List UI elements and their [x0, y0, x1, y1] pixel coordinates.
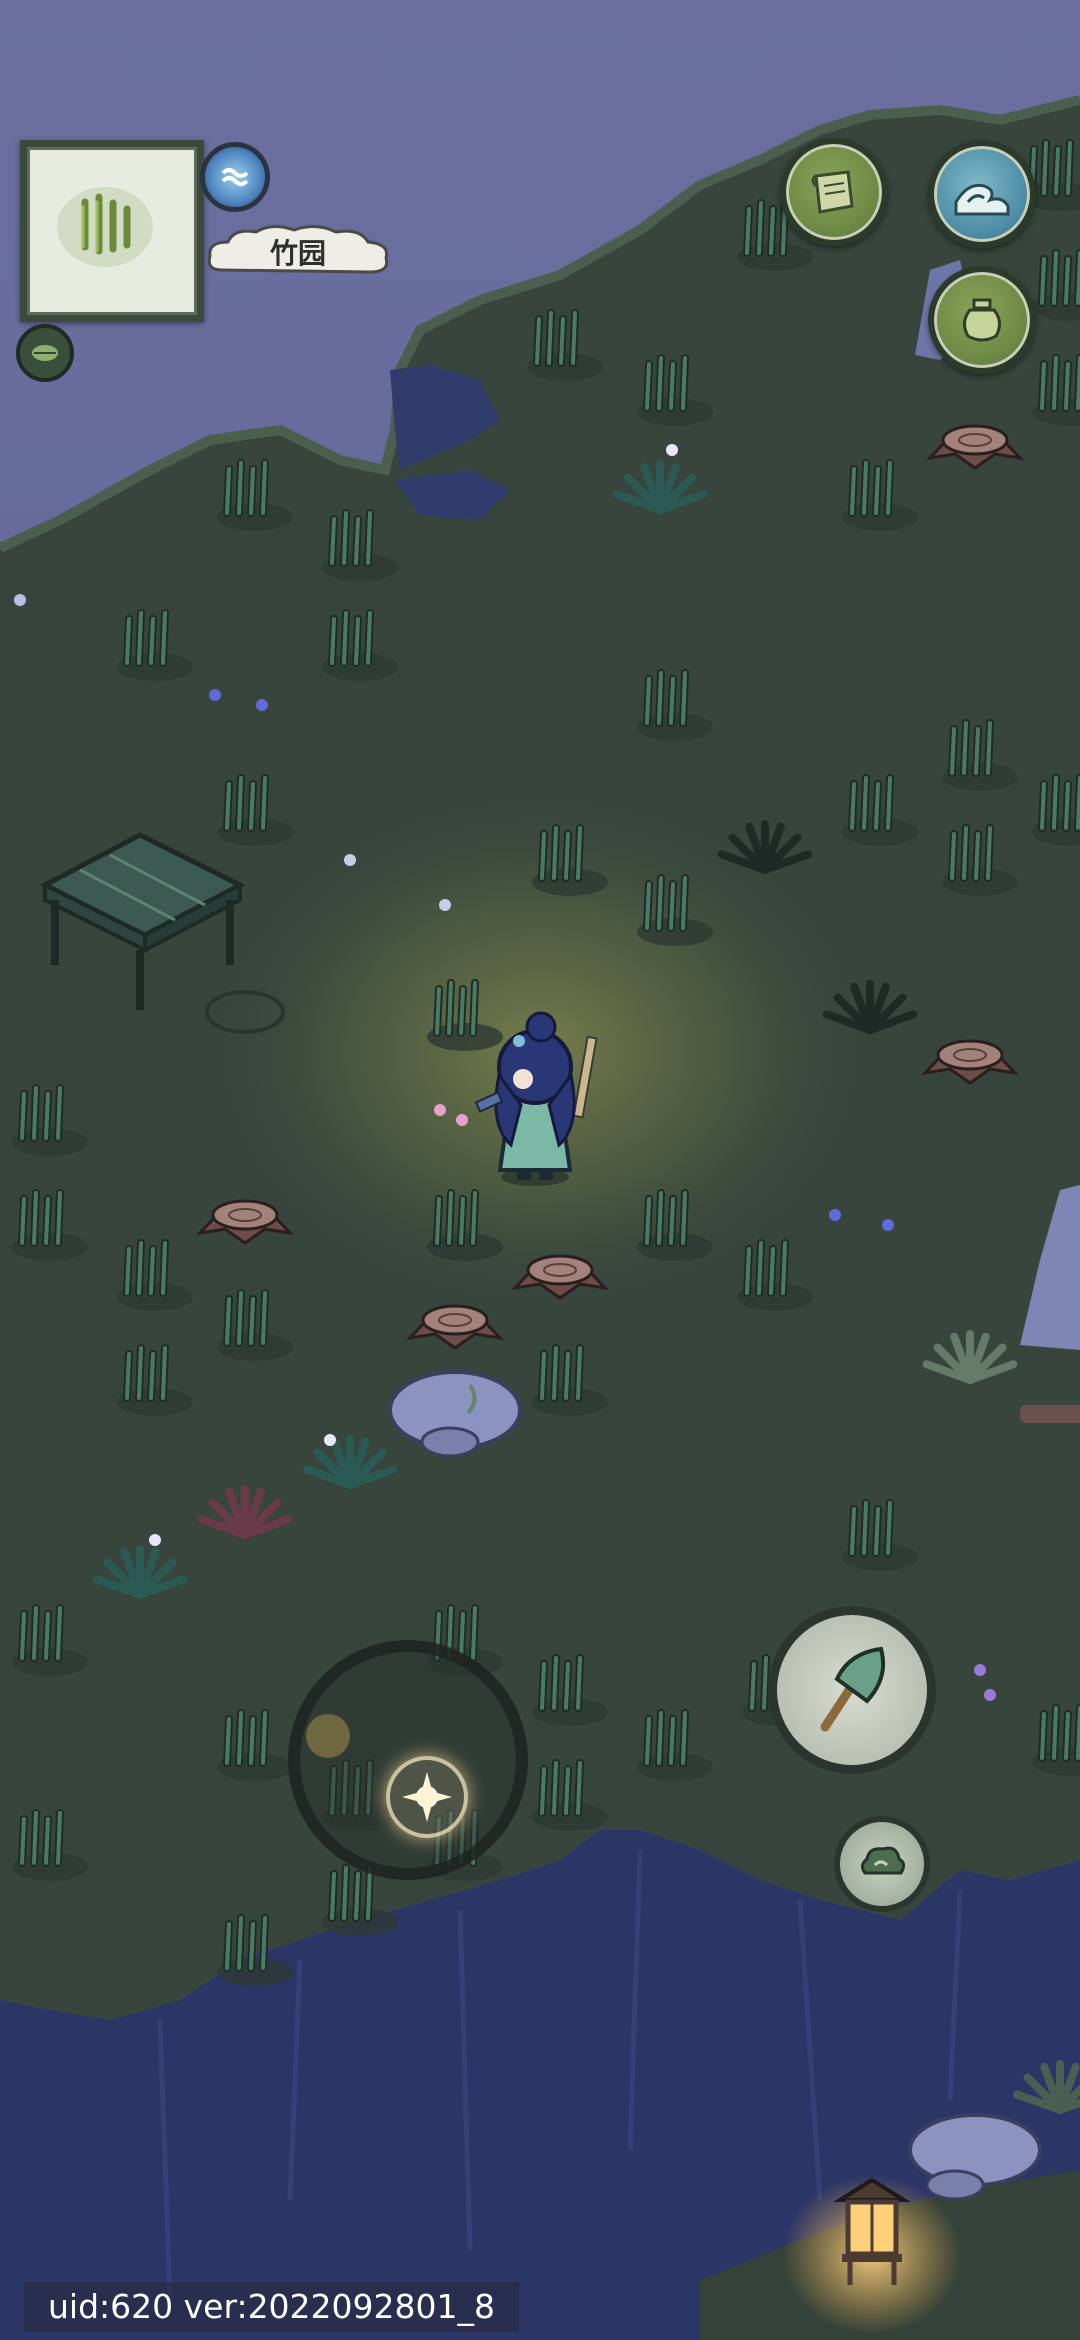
- wave-button[interactable]: [928, 140, 1036, 248]
- flower: [209, 689, 221, 701]
- flower: [344, 854, 356, 866]
- flower: [324, 1434, 336, 1446]
- joystick[interactable]: [288, 1640, 528, 1880]
- flower: [14, 594, 26, 606]
- scroll-button[interactable]: [780, 138, 888, 246]
- axe-icon: [820, 1646, 886, 1732]
- game-screen: 竹园 uid:620 ver:2022092801_8: [0, 0, 1080, 2340]
- flower: [456, 1114, 468, 1126]
- minimap[interactable]: [20, 140, 204, 322]
- compass-icon: [402, 1772, 452, 1822]
- version-label: uid:620 ver:2022092801_8: [24, 2282, 520, 2332]
- location-name: 竹园: [269, 237, 326, 270]
- game-world: [0, 0, 1080, 2340]
- water-orb-icon: [221, 168, 249, 186]
- scroll-icon: [811, 170, 854, 214]
- wave-icon: [954, 183, 1010, 216]
- location-banner: 竹园: [202, 222, 394, 282]
- minimap-bamboo-icon: [57, 187, 153, 267]
- leaf-button[interactable]: [16, 324, 74, 382]
- flower: [439, 899, 451, 911]
- cloud-button[interactable]: [834, 1816, 930, 1912]
- cloud-icon: [860, 1846, 906, 1875]
- flower: [984, 1689, 996, 1701]
- flower: [974, 1664, 986, 1676]
- pot-button[interactable]: [928, 266, 1036, 374]
- flower: [256, 699, 268, 711]
- flower: [666, 444, 678, 456]
- flower: [882, 1219, 894, 1231]
- flower: [149, 1534, 161, 1546]
- leaf-icon: [32, 345, 58, 361]
- joystick-direction-indicator: [306, 1714, 350, 1758]
- water-orb-button[interactable]: [200, 142, 270, 212]
- flower: [434, 1104, 446, 1116]
- fallen-log: [1020, 1405, 1080, 1423]
- axe-button[interactable]: [768, 1606, 936, 1774]
- pot-icon: [963, 298, 1001, 342]
- flower: [829, 1209, 841, 1221]
- joystick-knob[interactable]: [386, 1756, 468, 1838]
